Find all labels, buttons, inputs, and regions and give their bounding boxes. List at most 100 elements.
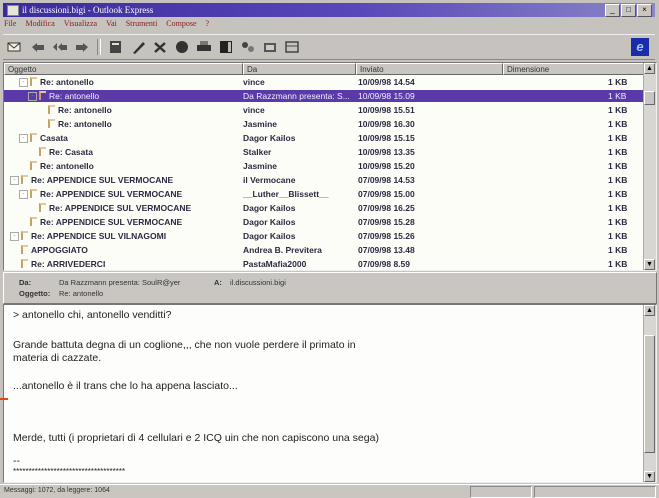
message-icon	[21, 231, 28, 240]
message-line: ************************************	[13, 467, 126, 476]
newsgroups-icon[interactable]	[105, 38, 127, 56]
from-cell: PastaMafia2000	[243, 259, 307, 269]
table-row[interactable]: - Re: APPENDICE SUL VERMOCANE il Vermocane…	[4, 174, 644, 186]
scroll-thumb[interactable]	[644, 91, 655, 105]
subject-label: Oggetto:	[19, 289, 51, 298]
from-cell: Andrea B. Previtera	[243, 245, 322, 255]
size-cell: 1 KB	[608, 161, 628, 171]
menu-help[interactable]: ?	[206, 19, 210, 31]
window-controls: _ □ ×	[605, 4, 652, 17]
delete-icon[interactable]	[149, 38, 171, 56]
table-row[interactable]: - Re: APPENDICE SUL VERMOCANE __Luther__Bl…	[4, 188, 644, 200]
message-body[interactable]: > antonello chi, antonello venditti? Gra…	[3, 304, 657, 483]
print-icon[interactable]	[193, 38, 215, 56]
toolbar-separator	[97, 39, 101, 55]
minimize-button[interactable]: _	[605, 4, 620, 17]
expand-collapse-icon[interactable]: -	[19, 134, 28, 143]
menu-vai[interactable]: Vai	[106, 19, 117, 31]
message-icon	[30, 77, 37, 86]
message-icon	[30, 189, 37, 198]
scroll-up-arrow[interactable]: ▲	[644, 305, 655, 316]
edit-icon[interactable]	[127, 38, 149, 56]
table-row[interactable]: - Re: APPENDICE SUL VILNAGOMI Dagor Kailos…	[4, 230, 644, 242]
size-cell: 1 KB	[608, 259, 628, 269]
scroll-down-arrow[interactable]: ▼	[644, 471, 655, 482]
column-header-size[interactable]: Dimensione	[503, 63, 644, 75]
table-row[interactable]: Re: antonello vince 10/09/98 15.51 1 KB	[4, 104, 644, 116]
window-title: il discussioni.bigi - Outlook Express	[22, 5, 154, 15]
column-header-sent[interactable]: Inviato	[356, 63, 503, 75]
table-row[interactable]: Re: APPENDICE SUL VERMOCANE Dagor Kailos 0…	[4, 202, 644, 214]
message-icon	[39, 203, 46, 212]
menu-compose[interactable]: Compose	[166, 19, 196, 31]
sent-cell: 07/09/98 16.25	[358, 203, 415, 213]
connect-icon[interactable]	[237, 38, 259, 56]
maximize-button[interactable]: □	[621, 4, 636, 17]
menu-modifica[interactable]: Modifica	[25, 19, 54, 31]
sent-cell: 07/09/98 14.53	[358, 175, 415, 185]
column-header-subject[interactable]: Oggetto	[4, 63, 243, 75]
table-row[interactable]: - Casata Dagor Kailos 10/09/98 15.15 1 KB	[4, 132, 644, 144]
sent-cell: 07/09/98 15.26	[358, 231, 415, 241]
stop-icon[interactable]	[171, 38, 193, 56]
expand-collapse-icon[interactable]: -	[10, 176, 19, 185]
forward-icon[interactable]	[71, 38, 93, 56]
to-value: il.discussioni.bigi	[230, 278, 286, 287]
size-cell: 1 KB	[608, 91, 627, 101]
table-row[interactable]: APPOGGIATO Andrea B. Previtera 07/09/98 13…	[4, 244, 644, 256]
sent-cell: 10/09/98 13.35	[358, 147, 415, 157]
from-cell: __Luther__Blissett__	[243, 189, 329, 199]
title-bar[interactable]: il discussioni.bigi - Outlook Express _ …	[3, 3, 655, 17]
to-label: A:	[214, 278, 222, 287]
expand-collapse-icon[interactable]: -	[19, 190, 28, 199]
subject-cell: Re: APPENDICE SUL VERMOCANE	[31, 175, 174, 185]
scroll-up-arrow[interactable]: ▲	[644, 63, 655, 74]
expand-collapse-icon[interactable]: -	[19, 78, 28, 87]
subject-cell: Re: antonello	[40, 161, 94, 171]
table-row[interactable]: - Re: antonello vince 10/09/98 14.54 1 KB	[4, 76, 644, 88]
menu-file[interactable]: File	[4, 19, 16, 31]
reply-icon[interactable]	[27, 38, 49, 56]
outlook-app-icon	[7, 4, 19, 16]
subject-cell: Re: APPENDICE SUL VERMOCANE	[40, 189, 183, 199]
table-row[interactable]: - Re: antonello Da Razzmann presenta: S...…	[4, 90, 644, 102]
body-scrollbar[interactable]: ▲ ▼	[643, 305, 656, 482]
table-row[interactable]: Re: antonello Jasmine 10/09/98 15.20 1 KB	[4, 160, 644, 172]
scroll-down-arrow[interactable]: ▼	[644, 259, 655, 270]
new-message-icon[interactable]	[3, 38, 27, 56]
list-scrollbar[interactable]: ▲ ▼	[643, 63, 656, 270]
status-cell	[534, 486, 656, 498]
subject-cell: Re: antonello	[40, 77, 94, 87]
message-list[interactable]: Oggetto Da Inviato Dimensione - Re: anton…	[3, 62, 657, 271]
sent-cell: 10/09/98 15.15	[358, 133, 415, 143]
sent-cell: 07/09/98 13.48	[358, 245, 415, 255]
menu-strumenti[interactable]: Strumenti	[126, 19, 158, 31]
message-icon	[30, 161, 37, 170]
table-row[interactable]: Re: APPENDICE SUL VERMOCANE Dagor Kailos 0…	[4, 216, 644, 228]
close-button[interactable]: ×	[637, 4, 652, 17]
outlook-window: il discussioni.bigi - Outlook Express _ …	[0, 0, 659, 498]
reply-all-icon[interactable]	[49, 38, 71, 56]
scroll-thumb[interactable]	[644, 335, 655, 453]
expand-collapse-icon[interactable]: -	[10, 232, 19, 241]
size-cell: 1 KB	[608, 175, 628, 185]
subject-cell: Re: antonello	[58, 105, 112, 115]
hang-up-icon[interactable]	[281, 38, 303, 56]
from-cell: Jasmine	[243, 161, 278, 171]
status-bar: Messaggi: 1072, da leggere: 1064	[0, 484, 659, 498]
size-cell: 1 KB	[608, 133, 628, 143]
table-row[interactable]: Re: antonello Jasmine 10/09/98 16.30 1 KB	[4, 118, 644, 130]
size-cell: 1 KB	[608, 231, 628, 241]
table-row[interactable]: Re: ARRIVEDERCI PastaMafia2000 07/09/98 8.…	[4, 258, 644, 270]
ie-logo-icon: e	[631, 38, 649, 56]
expand-collapse-icon[interactable]: -	[28, 92, 37, 101]
menu-visualizza[interactable]: Visualizza	[64, 19, 97, 31]
address-book-icon[interactable]	[215, 38, 237, 56]
column-header-from[interactable]: Da	[243, 63, 356, 75]
message-icon	[21, 245, 28, 254]
message-icon	[30, 217, 37, 226]
disconnect-icon[interactable]	[259, 38, 281, 56]
status-cell	[470, 486, 532, 498]
size-cell: 1 KB	[608, 77, 628, 87]
table-row[interactable]: Re: Casata Stalker 10/09/98 13.35 1 KB	[4, 146, 644, 158]
